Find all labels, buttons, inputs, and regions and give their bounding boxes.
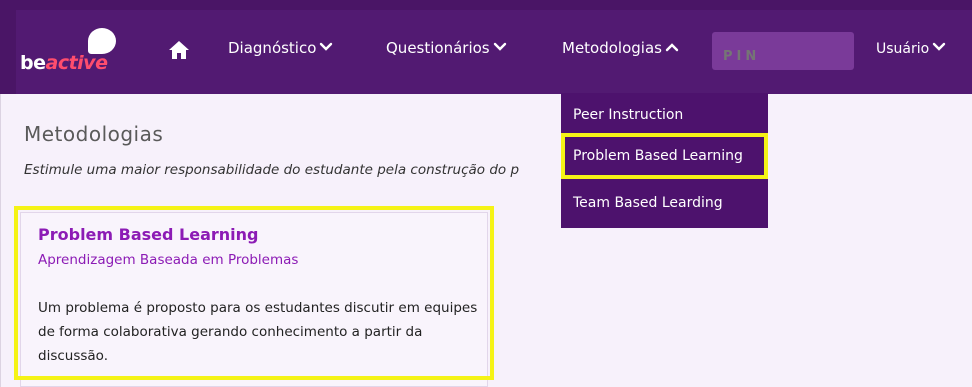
nav-questionarios-label: Questionários [386, 39, 490, 57]
nav-metodologias[interactable]: Metodologias [562, 39, 679, 57]
dropdown-item-label: Problem Based Learning [573, 148, 743, 164]
dropdown-item-label: Peer Instruction [573, 107, 684, 123]
nav-usuario-label: Usuário [876, 41, 930, 57]
dropdown-item-problem-based-learning[interactable]: Problem Based Learning [561, 133, 768, 179]
nav-metodologias-label: Metodologias [562, 39, 662, 57]
chevron-down-icon [493, 42, 506, 51]
dropdown-item-team-based-learding[interactable]: Team Based Learding [561, 185, 768, 221]
chevron-down-icon [320, 42, 333, 51]
page-subtitle: Estimule uma maior responsabilidade do e… [24, 162, 520, 178]
chevron-down-icon [933, 42, 946, 51]
chevron-up-icon [665, 43, 679, 52]
nav-usuario[interactable]: Usuário [876, 40, 946, 57]
page-title: Metodologias [24, 122, 164, 146]
logo-bubble [88, 28, 116, 54]
pin-input[interactable] [712, 32, 854, 70]
nav-diagnostico-label: Diagnóstico [228, 39, 317, 57]
logo-text: beactive [20, 52, 108, 74]
dropdown-item-peer-instruction[interactable]: Peer Instruction [561, 97, 768, 133]
content-border [0, 94, 1, 387]
dropdown-item-label: Team Based Learding [573, 195, 723, 211]
nav-diagnostico[interactable]: Diagnóstico [228, 39, 333, 57]
card-highlight-box [14, 206, 494, 380]
home-icon[interactable] [168, 40, 190, 60]
nav-questionarios[interactable]: Questionários [386, 39, 507, 57]
metodologias-dropdown-menu: Peer Instruction Problem Based Learning … [561, 93, 768, 228]
